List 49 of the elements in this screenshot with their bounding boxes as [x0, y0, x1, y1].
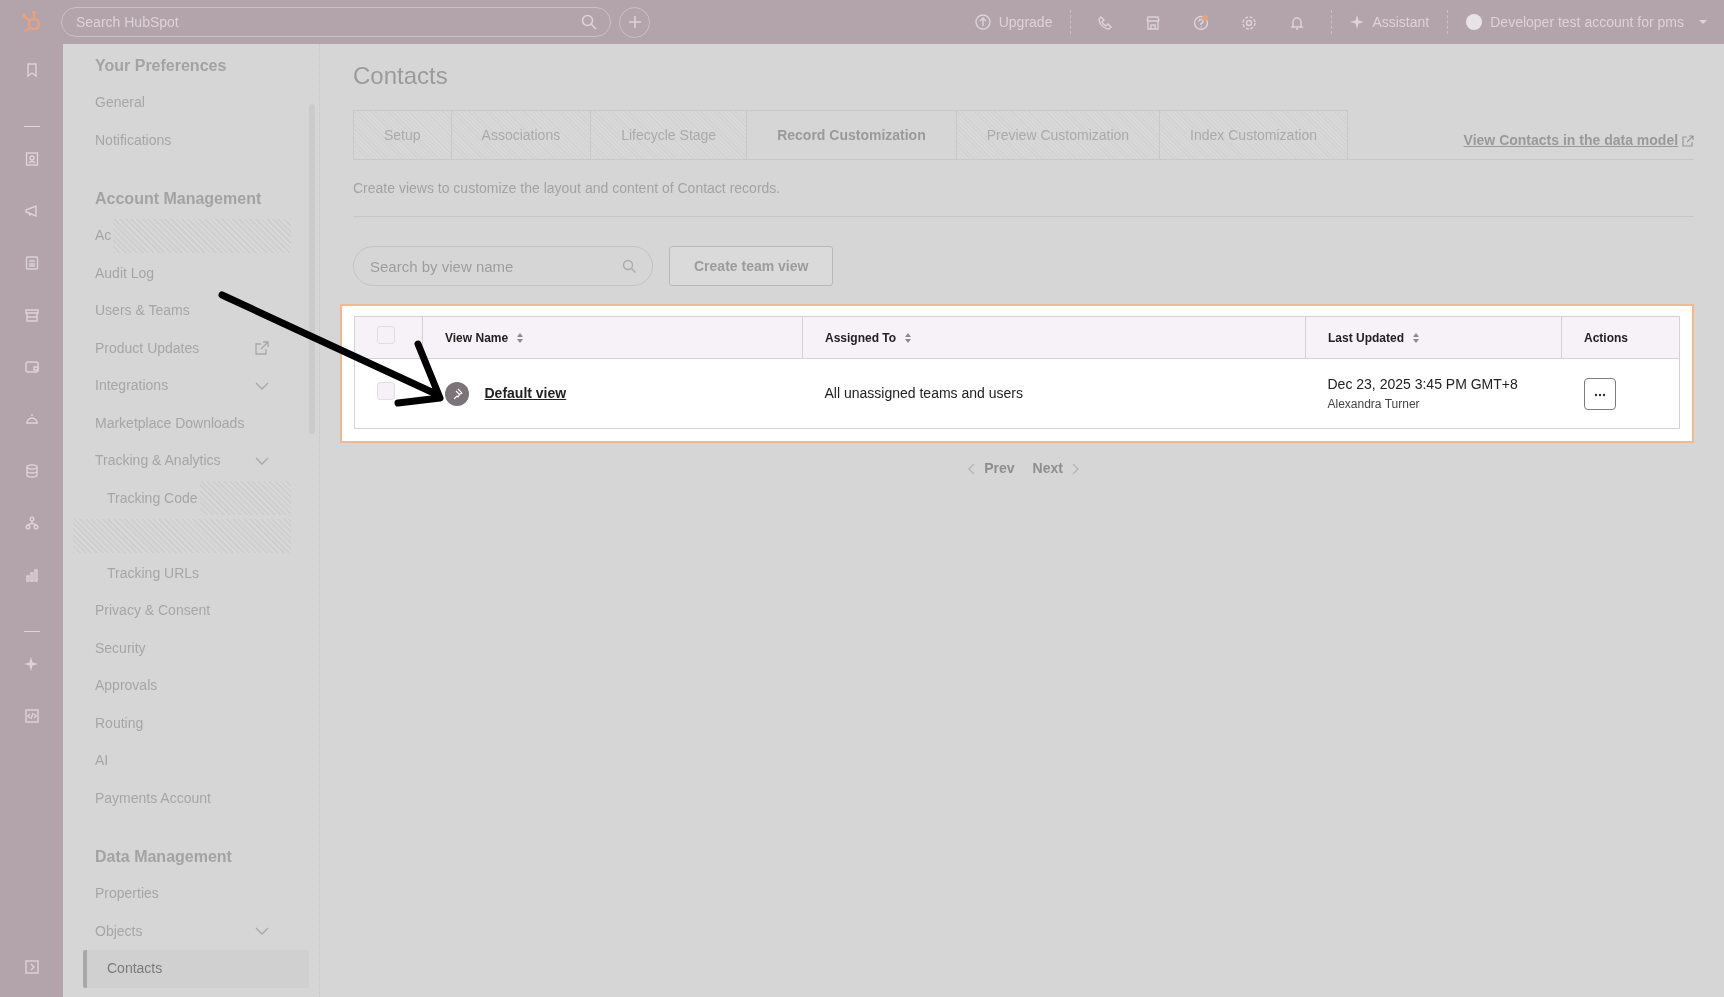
store-icon[interactable]: [23, 307, 40, 323]
notifications-icon[interactable]: [1289, 14, 1306, 31]
column-header[interactable]: Last Updated: [1328, 328, 1404, 347]
data-model-link[interactable]: View Contacts in the data model: [1463, 130, 1695, 151]
avatar-icon: [1466, 14, 1483, 30]
more-icon: [1593, 392, 1606, 397]
next-button[interactable]: Next: [1031, 457, 1080, 480]
chevron-left-icon: [968, 462, 977, 475]
create-team-view-button[interactable]: Create team view: [669, 246, 834, 286]
prev-button[interactable]: Prev: [967, 457, 1016, 480]
service-bell-icon[interactable]: [23, 411, 40, 427]
table-cell: All unassigned teams and users: [824, 385, 1023, 401]
code-icon[interactable]: [23, 708, 40, 724]
settings-icon[interactable]: [1241, 14, 1258, 31]
megaphone-icon[interactable]: [23, 203, 40, 219]
wallet-icon[interactable]: [23, 359, 40, 375]
upgrade-icon: [974, 14, 991, 30]
column-header[interactable]: Assigned To: [825, 328, 897, 347]
sort-icon[interactable]: [904, 331, 913, 344]
search-field[interactable]: Search by view name: [353, 246, 653, 286]
checkbox[interactable]: [377, 381, 395, 400]
sparkle-icon: [1350, 15, 1365, 29]
scrollbar[interactable]: [309, 104, 315, 434]
store-icon[interactable]: [1145, 14, 1162, 31]
more-actions-button[interactable]: [1583, 377, 1616, 410]
sort-icon[interactable]: [1412, 331, 1420, 344]
caret-icon: [1698, 17, 1708, 27]
updated-by-text: Alexandra Turner: [1327, 396, 1421, 413]
search-icon: [622, 258, 637, 274]
column-header: Actions: [1584, 329, 1628, 347]
column-header[interactable]: View Name: [445, 328, 509, 347]
expand-icon[interactable]: [23, 959, 40, 975]
bar-chart-icon[interactable]: [23, 567, 40, 583]
external-link-icon: [1682, 134, 1695, 147]
external-link-icon[interactable]: [255, 341, 269, 356]
chevron-right-icon: [1070, 462, 1079, 475]
database-icon[interactable]: [23, 463, 40, 479]
view-name-link[interactable]: Default view: [484, 383, 567, 404]
contact-card-icon[interactable]: [23, 151, 40, 167]
phone-icon[interactable]: [1097, 14, 1114, 31]
sort-icon[interactable]: [516, 331, 525, 344]
search-icon[interactable]: [581, 14, 597, 30]
plus-icon: [627, 15, 642, 29]
network-icon[interactable]: [23, 515, 40, 531]
document-icon[interactable]: [23, 255, 40, 271]
table-cell-text: Dec 23, 2025 3:45 PM GMT+8: [1327, 375, 1519, 394]
sidebar-item[interactable]: Contacts: [83, 950, 309, 988]
help-icon[interactable]: [1193, 14, 1210, 31]
page-title: Contacts: [353, 61, 449, 91]
